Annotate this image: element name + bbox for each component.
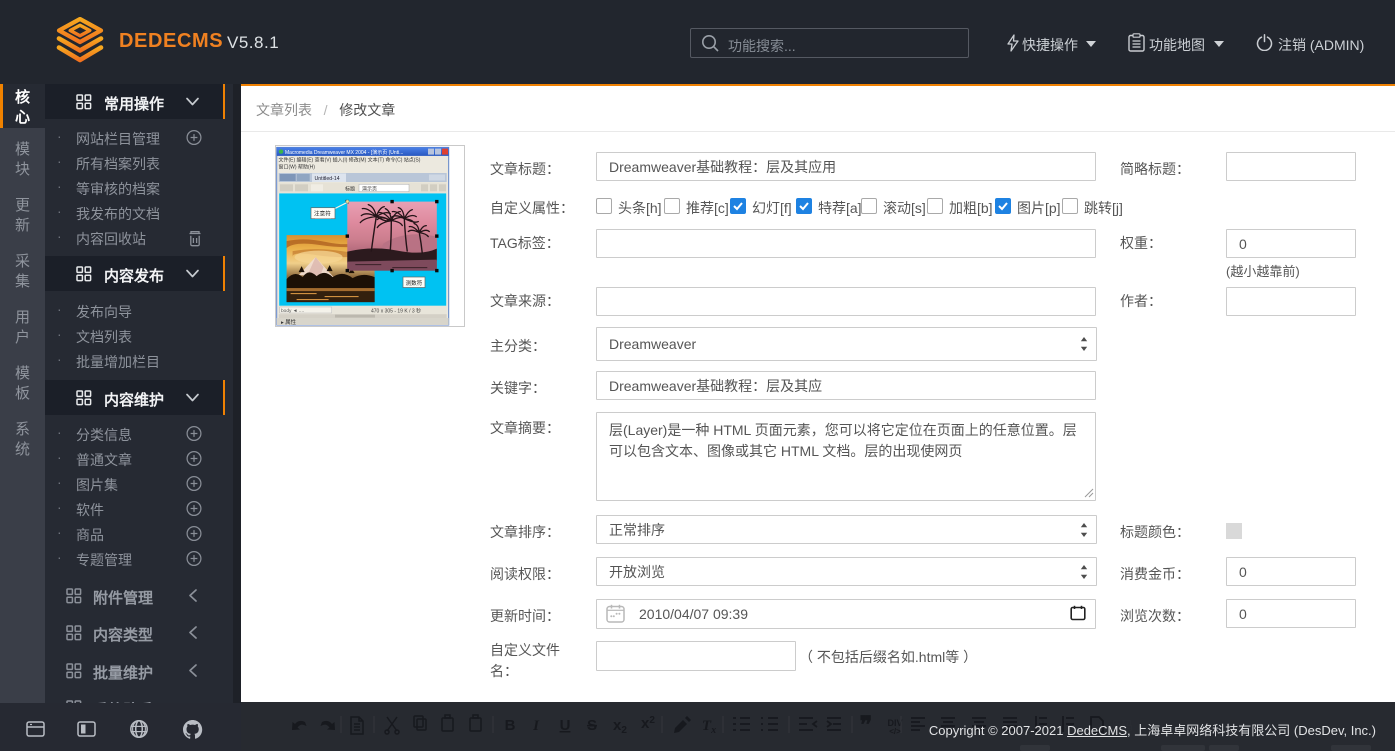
svg-text:I: I	[532, 718, 540, 734]
svg-text:x2: x2	[641, 715, 655, 732]
svg-text:窗口(W) 帮助(H): 窗口(W) 帮助(H)	[279, 164, 316, 171]
svg-text:S: S	[587, 717, 597, 734]
svg-text:x2: x2	[613, 717, 627, 736]
svg-text:Tx: Tx	[702, 718, 716, 736]
svg-text:文件(E) 编辑(E) 查看(V) 插入(I) 修改(M): 文件(E) 编辑(E) 查看(V) 插入(I) 修改(M) 文本(T) 命令(C…	[279, 157, 421, 164]
svg-text:演示页: 演示页	[362, 185, 377, 192]
svg-text:470 x 305 - 19 K / 3 秒: 470 x 305 - 19 K / 3 秒	[371, 307, 421, 314]
svg-text:▸ 属性: ▸ 属性	[281, 318, 297, 326]
svg-text:body ◄ ....: body ◄ ....	[281, 308, 304, 314]
svg-text:Macromedia Dreamweaver MX 2004: Macromedia Dreamweaver MX 2004 - [演示页 (U…	[285, 149, 403, 156]
svg-text:</>: </>	[889, 727, 901, 736]
svg-text:Untitled-14: Untitled-14	[315, 176, 340, 182]
svg-text:标题: 标题	[345, 185, 355, 192]
svg-text:❞: ❞	[860, 712, 873, 739]
svg-text:U: U	[560, 717, 571, 734]
svg-text:注意符: 注意符	[314, 210, 331, 218]
svg-text:测数符: 测数符	[406, 279, 423, 287]
svg-text:B: B	[505, 717, 516, 734]
